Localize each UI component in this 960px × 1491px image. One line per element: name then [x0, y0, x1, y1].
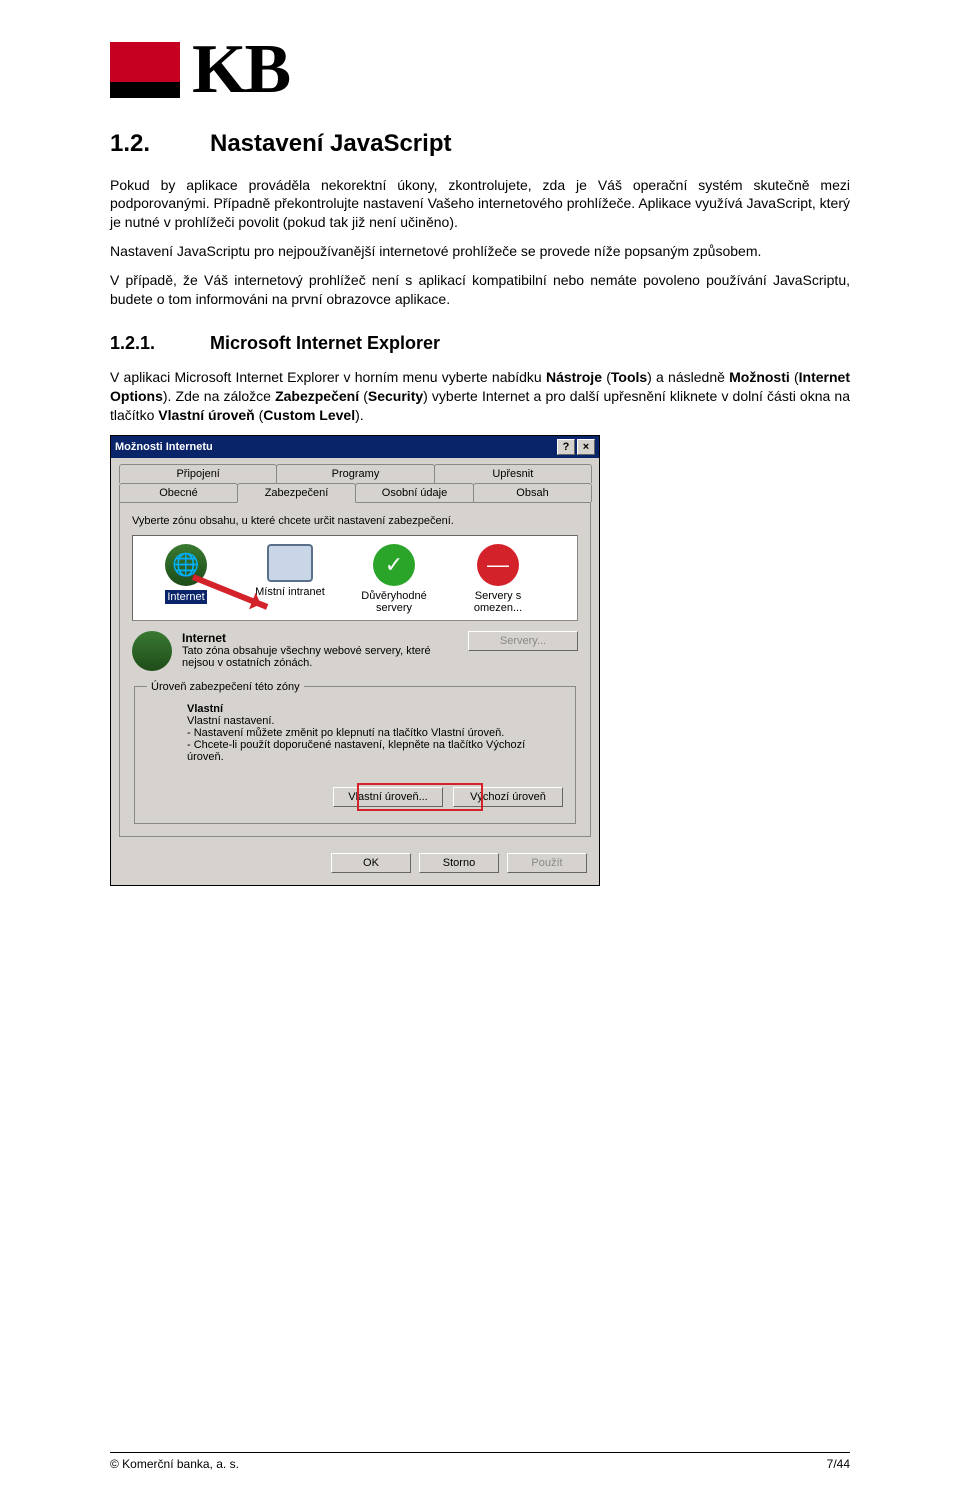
security-tab-panel: Vyberte zónu obsahu, u které chcete urči…	[119, 502, 591, 837]
paragraph: Nastavení JavaScriptu pro nejpoužívanějš…	[110, 242, 850, 261]
security-level-group: Úroveň zabezpečení této zóny Vlastní Vla…	[134, 681, 576, 824]
zone-description: Internet Tato zóna obsahuje všechny webo…	[132, 631, 578, 671]
tab-general[interactable]: Obecné	[119, 483, 238, 502]
footer-copyright: © Komerční banka, a. s.	[110, 1457, 239, 1471]
page-number: 7/44	[827, 1457, 850, 1471]
cancel-button[interactable]: Storno	[419, 853, 499, 873]
logo: KB	[110, 40, 850, 100]
tabs-row-front: Obecné Zabezpečení Osobní údaje Obsah	[111, 483, 599, 502]
default-level-button[interactable]: Výchozí úroveň	[453, 787, 563, 807]
monitor-icon	[267, 544, 313, 582]
servers-button[interactable]: Servery...	[468, 631, 578, 651]
section-number: 1.2.	[110, 130, 210, 158]
deny-icon: —	[477, 544, 519, 586]
section-heading: 1.2.Nastavení JavaScript	[110, 130, 850, 158]
close-button[interactable]: ×	[577, 439, 595, 455]
level-title: Vlastní	[187, 703, 223, 715]
help-button[interactable]: ?	[557, 439, 575, 455]
ok-button[interactable]: OK	[331, 853, 411, 873]
internet-options-dialog: Možnosti Internetu ? × Připojení Program…	[110, 435, 600, 886]
tab-privacy[interactable]: Osobní údaje	[355, 483, 474, 502]
paragraph: V případě, že Váš internetový prohlížeč …	[110, 271, 850, 309]
apply-button[interactable]: Použít	[507, 853, 587, 873]
tab-advanced[interactable]: Upřesnit	[434, 464, 592, 483]
dialog-title: Možnosti Internetu	[115, 441, 213, 453]
section-title: Nastavení JavaScript	[210, 130, 451, 157]
tab-content[interactable]: Obsah	[473, 483, 592, 502]
page-footer: © Komerční banka, a. s. 7/44	[110, 1452, 850, 1471]
zone-list: 🌐 Internet Místní intranet ✓ Důvěryhodné…	[132, 535, 578, 621]
paragraph: Pokud by aplikace prováděla nekorektní ú…	[110, 176, 850, 233]
level-line: - Nastavení můžete změnit po klepnutí na…	[187, 727, 504, 739]
subsection-number: 1.2.1.	[110, 333, 210, 354]
zone-desc-text: Tato zóna obsahuje všechny webové server…	[182, 645, 431, 669]
subsection-title: Microsoft Internet Explorer	[210, 333, 440, 353]
dialog-titlebar: Možnosti Internetu ? ×	[111, 436, 599, 458]
dialog-button-row: OK Storno Použít	[111, 845, 599, 885]
logo-text: KB	[192, 40, 289, 100]
tab-security[interactable]: Zabezpečení	[237, 483, 356, 503]
level-line: Vlastní nastavení.	[187, 715, 274, 727]
tab-programs[interactable]: Programy	[276, 464, 434, 483]
tab-connections[interactable]: Připojení	[119, 464, 277, 483]
level-legend: Úroveň zabezpečení této zóny	[147, 681, 304, 693]
zone-trusted[interactable]: ✓ Důvěryhodné servery	[349, 544, 439, 614]
zone-internet[interactable]: 🌐 Internet	[141, 544, 231, 614]
subsection-heading: 1.2.1.Microsoft Internet Explorer	[110, 333, 850, 354]
level-line: - Chcete-li použít doporučené nastavení,…	[187, 739, 525, 763]
zone-instruction: Vyberte zónu obsahu, u které chcete urči…	[132, 515, 578, 527]
globe-icon	[132, 631, 172, 671]
zone-restricted[interactable]: — Servery s omezen...	[453, 544, 543, 614]
check-icon: ✓	[373, 544, 415, 586]
zone-desc-title: Internet	[182, 631, 226, 645]
logo-mark	[110, 42, 180, 98]
paragraph: V aplikaci Microsoft Internet Explorer v…	[110, 368, 850, 425]
custom-level-button[interactable]: Vlastní úroveň...	[333, 787, 443, 807]
tabs-row-back: Připojení Programy Upřesnit	[111, 458, 599, 483]
